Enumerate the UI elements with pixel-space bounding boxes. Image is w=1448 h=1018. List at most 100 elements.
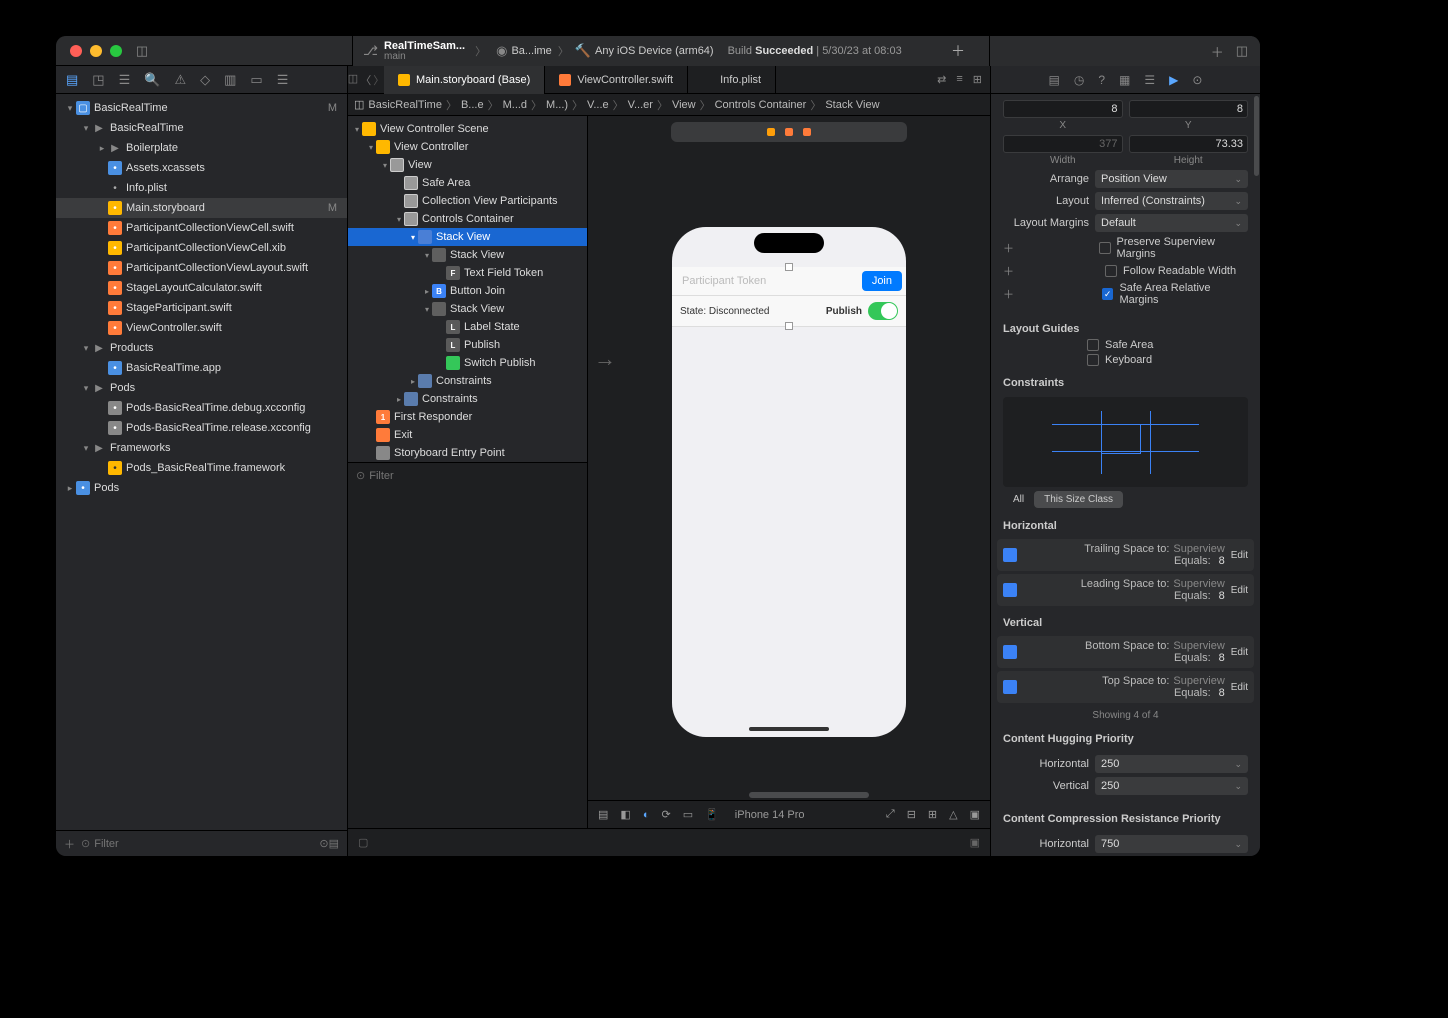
outline-row[interactable]: FText Field Token — [348, 264, 587, 282]
resolve-icon[interactable]: △ — [949, 808, 957, 821]
file-inspector-tab[interactable]: ▤ — [1049, 73, 1060, 87]
device-config-icon[interactable]: ▭ — [683, 808, 693, 821]
jump-segment[interactable]: V...er — [628, 99, 653, 111]
adjust-editor-icon[interactable]: ≡ — [956, 73, 962, 86]
tree-root[interactable]: ▾▢ BasicRealTime M — [56, 98, 347, 118]
jump-segment[interactable]: B...e — [461, 99, 484, 111]
embed-icon[interactable]: ▣ — [970, 808, 980, 821]
tree-row[interactable]: •BasicRealTime.app — [56, 358, 347, 378]
document-outline[interactable]: ▾View Controller Scene▾View Controller▾V… — [348, 116, 588, 462]
y-field[interactable]: 8 — [1129, 100, 1249, 118]
hugging-v-field[interactable]: 250⌄ — [1095, 777, 1248, 795]
debug-filter-icon[interactable]: ▢ — [358, 836, 368, 849]
align-icon[interactable]: ⊟ — [907, 808, 916, 821]
tree-row[interactable]: •ParticipantCollectionViewLayout.swift — [56, 258, 347, 278]
project-name[interactable]: RealTimeSam... — [384, 41, 465, 52]
debug-area-toggle[interactable]: ▣ — [970, 836, 980, 849]
outline-toggle-icon[interactable]: ▤ — [598, 808, 608, 821]
attributes-inspector-tab[interactable]: ☰ — [1144, 73, 1155, 87]
tree-row[interactable]: •Pods-BasicRealTime.release.xcconfig — [56, 418, 347, 438]
identity-inspector-tab[interactable]: ▦ — [1119, 73, 1130, 87]
outline-row[interactable]: ▾View Controller — [348, 138, 587, 156]
reports-tab[interactable]: ☰ — [277, 72, 289, 88]
project-navigator-tab[interactable]: ▤ — [66, 72, 78, 88]
project-tree[interactable]: ▾▢ BasicRealTime M ▾▶BasicRealTime▸▶Boil… — [56, 94, 347, 830]
join-button[interactable]: Join — [862, 271, 902, 291]
tree-row[interactable]: •Pods-BasicRealTime.debug.xcconfig — [56, 398, 347, 418]
size-class-segment[interactable]: All This Size Class — [1003, 491, 1248, 508]
token-field[interactable]: Participant Token — [676, 275, 862, 287]
sidebar-toggle-icon[interactable]: ◫ — [136, 43, 148, 59]
tests-tab[interactable]: ◇ — [200, 72, 210, 88]
selection-handle[interactable] — [785, 322, 793, 330]
outline-row[interactable]: ▾View — [348, 156, 587, 174]
jump-segment[interactable]: M...) — [546, 99, 568, 111]
warning-indicator[interactable] — [767, 128, 775, 136]
constraint-bottom[interactable]: Bottom Space to:Superview Equals:8 Edit — [997, 636, 1254, 668]
ib-canvas[interactable]: → Participant Token Join State: Disconne… — [588, 116, 990, 828]
edit-button[interactable]: Edit — [1231, 585, 1248, 596]
selection-handle[interactable] — [785, 263, 793, 271]
publish-switch[interactable] — [868, 302, 898, 320]
jump-segment[interactable]: Controls Container — [715, 99, 807, 111]
jump-segment[interactable]: BasicRealTime — [368, 99, 442, 111]
outline-row[interactable]: ▾Stack View — [348, 246, 587, 264]
jump-segment[interactable]: Stack View — [825, 99, 879, 111]
margins-select[interactable]: Default⌄ — [1095, 214, 1248, 232]
minimize-button[interactable] — [90, 45, 102, 57]
phone-icon[interactable]: 📱 — [705, 808, 719, 821]
outline-row[interactable]: Exit — [348, 426, 587, 444]
tree-row[interactable]: •Pods_BasicRealTime.framework — [56, 458, 347, 478]
outline-row[interactable]: LPublish — [348, 336, 587, 354]
back-button[interactable]: 〈 — [360, 72, 371, 88]
tree-row[interactable]: •ParticipantCollectionViewCell.xib — [56, 238, 347, 258]
safe-area-margins-check[interactable]: ＋✓Safe Area Relative Margins — [1003, 282, 1248, 306]
orientation-icon[interactable]: ⟳ — [661, 808, 670, 821]
inspector-toggle-icon[interactable]: ◫ — [1236, 43, 1248, 59]
outline-row[interactable]: Storyboard Entry Point — [348, 444, 587, 462]
tree-row[interactable]: •StageParticipant.swift — [56, 298, 347, 318]
editor-options-icon[interactable]: ⇄ — [937, 73, 946, 86]
tree-row[interactable]: •ParticipantCollectionViewCell.swift — [56, 218, 347, 238]
issues-tab[interactable]: ⚠ — [174, 72, 186, 88]
outline-row[interactable]: ▾View Controller Scene — [348, 120, 587, 138]
hugging-h-field[interactable]: 250⌄ — [1095, 755, 1248, 773]
editor-tab[interactable]: Main.storyboard (Base) — [384, 66, 545, 94]
outline-row[interactable]: Switch Publish — [348, 354, 587, 372]
close-button[interactable] — [70, 45, 82, 57]
source-control-tab[interactable]: ◳ — [92, 72, 104, 88]
tree-row[interactable]: •ViewController.swift — [56, 318, 347, 338]
constraint-trailing[interactable]: Trailing Space to:Superview Equals:8 Edi… — [997, 539, 1254, 571]
size-inspector-tab[interactable]: ▶ — [1169, 73, 1178, 87]
add-editor-icon[interactable]: ⊞ — [973, 73, 982, 86]
outline-row[interactable]: Safe Area — [348, 174, 587, 192]
tree-row[interactable]: •Assets.xcassets — [56, 158, 347, 178]
filter-input[interactable] — [94, 838, 319, 850]
width-field[interactable]: 377 — [1003, 135, 1123, 153]
outline-row[interactable]: LLabel State — [348, 318, 587, 336]
recent-filter-icon[interactable]: ⊙▤ — [319, 837, 339, 850]
tree-row[interactable]: ▸▶Boilerplate — [56, 138, 347, 158]
breakpoints-tab[interactable]: ▭ — [250, 72, 262, 88]
outline-filter-input[interactable] — [369, 470, 579, 482]
outline-row[interactable]: 1First Responder — [348, 408, 587, 426]
jump-segment[interactable]: View — [672, 99, 696, 111]
related-icon[interactable]: ◫ — [348, 72, 358, 88]
symbols-tab[interactable]: ☰ — [119, 72, 131, 88]
edit-button[interactable]: Edit — [1231, 550, 1248, 561]
adjust-icon[interactable]: ◧ — [620, 808, 630, 821]
jump-bar[interactable]: ◫BasicRealTime〉B...e〉M...d〉M...)〉V...e〉V… — [348, 94, 990, 116]
safe-area-guide-check[interactable]: Safe Area — [991, 339, 1260, 351]
add-button[interactable]: ＋ — [64, 836, 75, 852]
tree-row[interactable]: ▾▶Pods — [56, 378, 347, 398]
preserve-margins-check[interactable]: ＋Preserve Superview Margins — [1003, 236, 1248, 260]
tree-row[interactable]: ▾▶Frameworks — [56, 438, 347, 458]
scrollbar[interactable] — [1254, 96, 1259, 176]
arrange-select[interactable]: Position View⌄ — [1095, 170, 1248, 188]
forward-button[interactable]: 〉 — [373, 72, 384, 88]
tree-row[interactable]: •Main.storyboardM — [56, 198, 347, 218]
connections-inspector-tab[interactable]: ⊙ — [1192, 73, 1202, 87]
tree-row[interactable]: •Info.plist — [56, 178, 347, 198]
jump-icon[interactable]: ◫ — [354, 98, 364, 111]
canvas-scrollbar[interactable] — [749, 792, 869, 798]
